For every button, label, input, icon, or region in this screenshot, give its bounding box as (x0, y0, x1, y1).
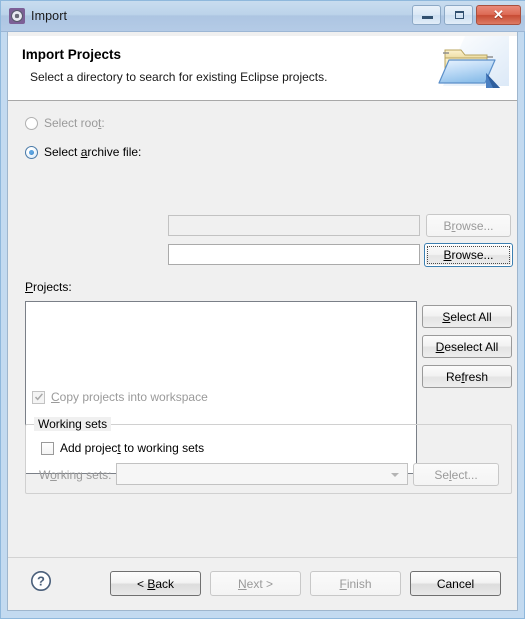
help-icon[interactable]: ? (30, 570, 52, 592)
copy-projects-label: Copy projects into workspace (51, 390, 208, 404)
minimize-button[interactable] (412, 5, 441, 25)
title-bar[interactable]: Import ✕ (1, 1, 525, 32)
root-directory-radio[interactable] (25, 116, 38, 130)
chevron-down-icon (391, 473, 399, 477)
maximize-icon (455, 11, 464, 19)
working-sets-combo (116, 463, 408, 485)
maximize-button[interactable] (444, 5, 473, 25)
dialog-footer: ? < Back Next > Finish Cancel (8, 557, 517, 610)
import-dialog-window: Import ✕ Import Projects Select a direct… (0, 0, 525, 619)
archive-file-browse-button[interactable]: Browse... (424, 243, 513, 267)
archive-file-input[interactable] (168, 244, 420, 265)
add-to-working-sets-checkbox[interactable] (41, 441, 54, 455)
back-button[interactable]: < Back (110, 571, 201, 596)
checkmark-icon (35, 392, 43, 401)
wizard-banner: Import Projects Select a directory to se… (8, 36, 517, 101)
page-title: Import Projects (22, 47, 122, 62)
close-icon: ✕ (493, 7, 504, 22)
gear-icon (9, 8, 25, 24)
finish-button: Finish (310, 571, 401, 596)
close-button[interactable]: ✕ (476, 5, 521, 25)
svg-text:?: ? (37, 574, 45, 589)
dialog-body: Select root: Browse... Select archive fi… (8, 101, 517, 610)
open-folder-icon (438, 36, 509, 88)
deselect-all-button[interactable]: Deselect All (422, 335, 512, 358)
minimize-icon (422, 16, 433, 19)
copy-projects-checkbox (32, 390, 45, 404)
working-sets-select-button: Select... (413, 463, 499, 486)
root-directory-radio-row[interactable]: Select root: (25, 116, 105, 130)
window-controls: ✕ (412, 5, 521, 25)
archive-file-radio-row[interactable]: Select archive file: (25, 145, 141, 159)
select-all-button[interactable]: Select All (422, 305, 512, 328)
add-to-working-sets-row[interactable]: Add project to working sets (41, 441, 204, 455)
working-sets-group-label: Working sets (34, 417, 112, 431)
add-to-working-sets-label: Add project to working sets (60, 441, 205, 455)
root-directory-browse-button: Browse... (426, 214, 511, 237)
archive-file-radio[interactable] (25, 145, 38, 159)
dialog-inner: Import Projects Select a directory to se… (7, 6, 518, 611)
root-directory-label: Select root: (44, 116, 105, 130)
next-button: Next > (210, 571, 301, 596)
working-sets-combo-label: Working sets: (39, 468, 112, 482)
window-title: Import (31, 9, 68, 23)
refresh-button[interactable]: Refresh (422, 365, 512, 388)
archive-file-label: Select archive file: (44, 145, 142, 159)
wizard-buttons: < Back Next > Finish Cancel (110, 571, 501, 596)
cancel-button[interactable]: Cancel (410, 571, 501, 596)
page-description: Select a directory to search for existin… (30, 70, 328, 84)
copy-projects-row: Copy projects into workspace (32, 390, 208, 404)
projects-label: Projects: (25, 280, 72, 294)
root-directory-input (168, 215, 420, 236)
